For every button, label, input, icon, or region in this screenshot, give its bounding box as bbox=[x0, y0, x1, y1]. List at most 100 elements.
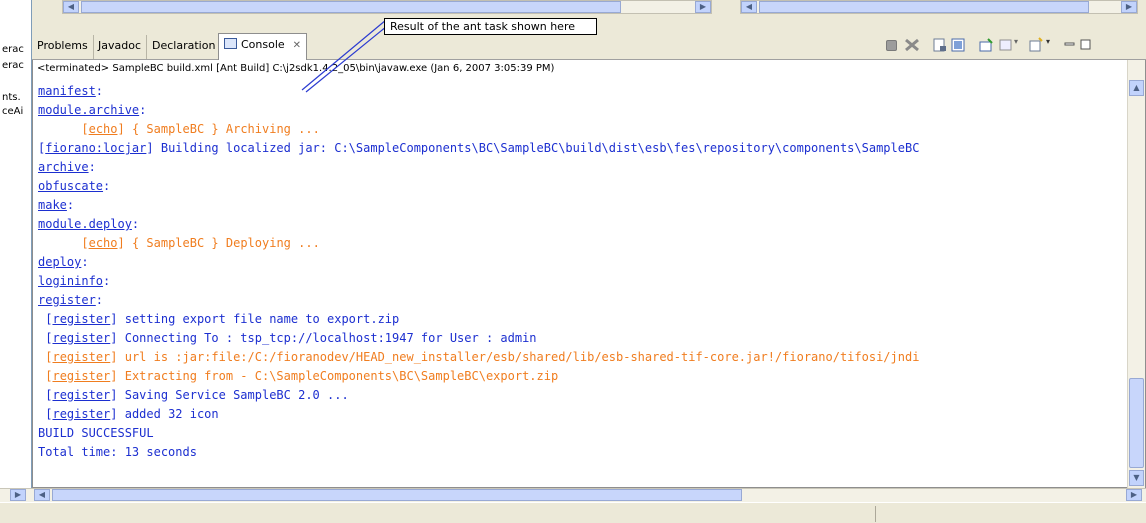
console-line: BUILD SUCCESSFUL bbox=[38, 424, 1123, 443]
callout-label: Result of the ant task shown here bbox=[384, 18, 597, 35]
scroll-up-icon[interactable]: ▲ bbox=[1129, 80, 1144, 96]
console-line: logininfo: bbox=[38, 272, 1123, 291]
console-line-text: : bbox=[139, 103, 147, 117]
eclipse-window: erac erac nts. ceAi ▶ ◀ ▶ ◀ ▶ Problems J… bbox=[0, 0, 1146, 523]
scroll-thumb[interactable] bbox=[81, 1, 621, 13]
console-target-link[interactable]: logininfo bbox=[38, 274, 103, 288]
console-icon bbox=[224, 38, 237, 49]
terminate-icon[interactable] bbox=[886, 40, 897, 51]
left-view-fragment: erac erac nts. ceAi bbox=[0, 0, 32, 488]
scroll-thumb[interactable] bbox=[52, 489, 742, 501]
console-target-link[interactable]: register bbox=[52, 369, 110, 383]
console-line: [register] added 32 icon bbox=[45, 407, 219, 421]
console-target-link[interactable]: register bbox=[38, 293, 96, 307]
scroll-down-icon[interactable]: ▼ bbox=[1129, 470, 1144, 486]
open-console-icon[interactable] bbox=[1028, 37, 1044, 53]
console-line: [register] Saving Service SampleBC 2.0 .… bbox=[45, 388, 349, 402]
console-line-text: ] Building localized jar: C:\SampleCompo… bbox=[146, 141, 920, 155]
tab-declaration[interactable]: Declaration bbox=[147, 35, 222, 59]
scroll-lock-icon[interactable] bbox=[950, 37, 966, 53]
console-line: Total time: 13 seconds bbox=[38, 443, 1123, 462]
console-line-text: ] url is :jar:file:/C:/fioranodev/HEAD_n… bbox=[110, 350, 920, 364]
console-line-text: ] { SampleBC } Archiving ... bbox=[117, 122, 320, 136]
console-line: [register] setting export file name to e… bbox=[45, 312, 400, 326]
console-target-link[interactable]: register bbox=[52, 312, 110, 326]
minimize-icon[interactable] bbox=[1062, 37, 1078, 53]
left-horizontal-scrollbar[interactable]: ▶ bbox=[0, 488, 32, 502]
console-vertical-scrollbar[interactable]: ▲ ▼ bbox=[1127, 60, 1145, 488]
console-target-link[interactable]: register bbox=[52, 388, 110, 402]
console-target-link[interactable]: fiorano:locjar bbox=[45, 141, 146, 155]
console-line-text: : bbox=[103, 179, 111, 193]
console-line-text: ] Connecting To : tsp_tcp://localhost:19… bbox=[110, 331, 537, 345]
console-target-link[interactable]: echo bbox=[89, 122, 118, 136]
console-horizontal-scrollbar[interactable]: ◀ ▶ bbox=[32, 488, 1146, 502]
clear-console-icon[interactable] bbox=[932, 37, 948, 53]
console-output[interactable]: manifest: module.archive: [echo] { Sample… bbox=[38, 82, 1123, 462]
console-target-link[interactable]: module.deploy bbox=[38, 217, 132, 231]
console-line-text: : bbox=[95, 293, 104, 307]
tab-label: Declaration bbox=[152, 39, 216, 52]
console-line: [register] Extracting from - C:\SampleCo… bbox=[45, 369, 559, 383]
console-line-text: : bbox=[88, 160, 96, 174]
scroll-left-icon[interactable]: ◀ bbox=[63, 1, 79, 13]
status-divider bbox=[875, 506, 876, 522]
console-target-link[interactable]: register bbox=[52, 350, 110, 364]
scroll-thumb[interactable] bbox=[759, 1, 1089, 13]
scroll-right-icon[interactable]: ▶ bbox=[695, 1, 711, 13]
left-fragment-text: erac bbox=[2, 44, 24, 55]
pin-console-icon[interactable] bbox=[978, 37, 994, 53]
console-line-text: : bbox=[66, 198, 75, 212]
console-line-text: Total time: 13 seconds bbox=[38, 445, 197, 459]
console-target-link[interactable]: make bbox=[38, 198, 67, 212]
tab-label: Javadoc bbox=[98, 39, 141, 52]
maximize-icon[interactable] bbox=[1078, 37, 1094, 53]
scroll-left-icon[interactable]: ◀ bbox=[34, 489, 50, 501]
console-toolbar: ▾ ▾ bbox=[886, 35, 1146, 55]
console-target-link[interactable]: manifest bbox=[38, 84, 96, 98]
console-line: archive: bbox=[38, 158, 1123, 177]
editor-horizontal-scrollbar[interactable]: ◀ ▶ bbox=[62, 0, 712, 14]
display-console-icon[interactable] bbox=[998, 37, 1014, 53]
console-line-text: : bbox=[131, 217, 140, 231]
remove-all-icon[interactable] bbox=[904, 37, 920, 53]
console-target-link[interactable]: module.archive bbox=[38, 103, 139, 117]
console-line: manifest: bbox=[38, 82, 1123, 101]
editor-horizontal-scrollbar-right[interactable]: ◀ ▶ bbox=[740, 0, 1138, 14]
left-fragment-text: erac bbox=[2, 60, 24, 71]
tab-console[interactable]: Console ✕ bbox=[218, 33, 308, 60]
status-bar bbox=[0, 502, 1146, 523]
left-fragment-text: ceAi bbox=[2, 106, 24, 117]
tab-label: Problems bbox=[37, 39, 88, 52]
close-icon[interactable]: ✕ bbox=[293, 40, 301, 51]
console-target-link[interactable]: register bbox=[52, 331, 110, 345]
console-line-text: : bbox=[95, 84, 104, 98]
chevron-down-icon[interactable]: ▾ bbox=[1046, 37, 1062, 53]
console-target-link[interactable]: archive bbox=[38, 160, 89, 174]
console-line: [register] Connecting To : tsp_tcp://loc… bbox=[45, 331, 537, 345]
scroll-thumb[interactable] bbox=[1129, 378, 1144, 468]
scroll-right-icon[interactable]: ▶ bbox=[1121, 1, 1137, 13]
console-line-text: ] setting export file name to export.zip bbox=[110, 312, 400, 326]
tab-javadoc[interactable]: Javadoc bbox=[93, 35, 147, 59]
scroll-right-icon[interactable]: ▶ bbox=[10, 489, 26, 501]
scroll-right-icon[interactable]: ▶ bbox=[1126, 489, 1142, 501]
console-line-text: ] added 32 icon bbox=[110, 407, 219, 421]
console-line-text: BUILD SUCCESSFUL bbox=[38, 426, 154, 440]
console-line-text: ] { SampleBC } Deploying ... bbox=[117, 236, 320, 250]
console-line: register: bbox=[38, 291, 1123, 310]
console-line: make: bbox=[38, 196, 1123, 215]
scroll-left-icon[interactable]: ◀ bbox=[741, 1, 757, 13]
console-target-link[interactable]: deploy bbox=[38, 255, 81, 269]
tab-problems[interactable]: Problems bbox=[32, 35, 94, 59]
left-fragment-text: nts. bbox=[2, 92, 21, 103]
console-target-link[interactable]: register bbox=[52, 407, 110, 421]
console-target-link[interactable]: echo bbox=[89, 236, 118, 250]
console-line: [register] url is :jar:file:/C:/fioranod… bbox=[45, 350, 920, 364]
console-target-link[interactable]: obfuscate bbox=[38, 179, 103, 193]
console-line: [fiorano:locjar] Building localized jar:… bbox=[38, 141, 920, 155]
console-view[interactable]: <terminated> SampleBC build.xml [Ant Bui… bbox=[32, 60, 1146, 488]
console-line-text: : bbox=[103, 274, 111, 288]
tab-label: Console bbox=[241, 38, 285, 51]
console-line: obfuscate: bbox=[38, 177, 1123, 196]
